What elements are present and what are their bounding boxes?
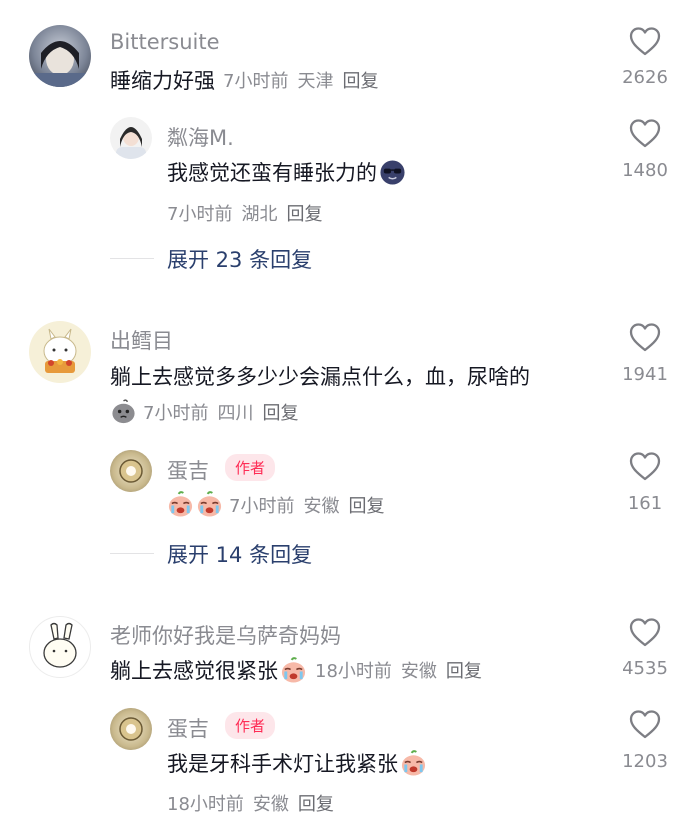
like-count: 4535 [622, 658, 668, 679]
comment-location: 安徽 [400, 661, 437, 682]
sunglasses-face-icon [379, 159, 406, 186]
reply-username[interactable]: 蛋吉 [167, 713, 209, 743]
heart-icon[interactable] [628, 117, 662, 151]
comment-location: 天津 [297, 71, 334, 92]
like-count: 1941 [622, 364, 668, 385]
heart-icon[interactable] [628, 708, 662, 742]
gray-blob-face-icon [110, 398, 137, 425]
reply-button[interactable]: 回复 [342, 67, 378, 93]
expand-replies-button[interactable]: 展开 14 条回复 [167, 539, 312, 569]
avatar[interactable] [29, 616, 91, 678]
avatar[interactable] [110, 450, 152, 492]
comment-time: 18小时前 [315, 661, 392, 682]
reply-time: 7小时前 [167, 204, 233, 225]
crying-face-icon [196, 491, 223, 518]
heart-icon[interactable] [628, 25, 662, 59]
comment-meta: 7小时前 四川 回复 [110, 398, 298, 425]
divider [110, 258, 154, 259]
reply-username[interactable]: 蛋吉 [167, 455, 209, 485]
comment-meta: 18小时前 安徽 回复 [315, 657, 482, 683]
author-badge: 作者 [225, 454, 276, 481]
comment-text: 躺上去感觉很紧张 [110, 659, 278, 683]
like-count: 161 [627, 493, 663, 514]
comment-text: 躺上去感觉多多少少会漏点什么，血，尿啥的 [110, 365, 530, 389]
like-count: 2626 [622, 67, 668, 88]
reply-time: 7小时前 [229, 495, 295, 517]
reply-button[interactable]: 回复 [348, 492, 384, 518]
reply-meta: 7小时前 湖北 回复 [167, 200, 322, 226]
comment-location: 四川 [217, 402, 254, 424]
like-count: 1203 [622, 751, 668, 772]
comment-text: 睡缩力好强 [110, 69, 215, 93]
heart-icon[interactable] [628, 616, 662, 650]
reply-text: 我感觉还蛮有睡张力的 [167, 161, 377, 185]
comment-text-line: 躺上去感觉很紧张 18小时前 安徽 回复 [110, 655, 482, 685]
reply-meta: 7小时前 安徽 回复 [167, 491, 384, 518]
reply-text-line: 我是牙科手术灯让我紧张 [167, 748, 427, 778]
avatar[interactable] [110, 117, 152, 159]
comment-time: 7小时前 [223, 71, 289, 92]
reply-username[interactable]: 粼海M. [167, 122, 234, 152]
crying-face-icon [167, 491, 194, 518]
comment-text-line: 躺上去感觉多多少少会漏点什么，血，尿啥的 [110, 361, 530, 391]
avatar[interactable] [29, 321, 91, 383]
comment-username[interactable]: Bittersuite [110, 30, 220, 54]
avatar[interactable] [29, 25, 91, 87]
comment-time: 7小时前 [143, 402, 209, 424]
reply-time: 18小时前 [167, 794, 244, 815]
reply-location: 安徽 [252, 794, 289, 815]
comment-meta: 7小时前 天津 回复 [223, 67, 378, 93]
reply-text: 我是牙科手术灯让我紧张 [167, 752, 398, 776]
author-badge: 作者 [225, 712, 276, 739]
comment-username[interactable]: 出鳕目 [110, 325, 173, 355]
like-count: 1480 [622, 160, 668, 181]
reply-location: 湖北 [241, 204, 278, 225]
emoji-group [167, 491, 223, 518]
divider [110, 553, 154, 554]
avatar[interactable] [110, 708, 152, 750]
comment-text-line: 睡缩力好强 7小时前 天津 回复 [110, 65, 378, 95]
reply-button[interactable]: 回复 [446, 657, 482, 683]
heart-icon[interactable] [628, 450, 662, 484]
crying-face-icon [280, 657, 307, 684]
reply-button[interactable]: 回复 [298, 790, 334, 816]
reply-button[interactable]: 回复 [262, 399, 298, 425]
reply-button[interactable]: 回复 [286, 200, 322, 226]
expand-replies-button[interactable]: 展开 23 条回复 [167, 244, 312, 274]
heart-icon[interactable] [628, 321, 662, 355]
reply-text-line: 我感觉还蛮有睡张力的 [167, 157, 406, 187]
reply-location: 安徽 [303, 495, 340, 517]
reply-meta: 18小时前 安徽 回复 [167, 790, 334, 816]
comment-username[interactable]: 老师你好我是乌萨奇妈妈 [110, 620, 341, 650]
crying-face-icon [400, 750, 427, 777]
